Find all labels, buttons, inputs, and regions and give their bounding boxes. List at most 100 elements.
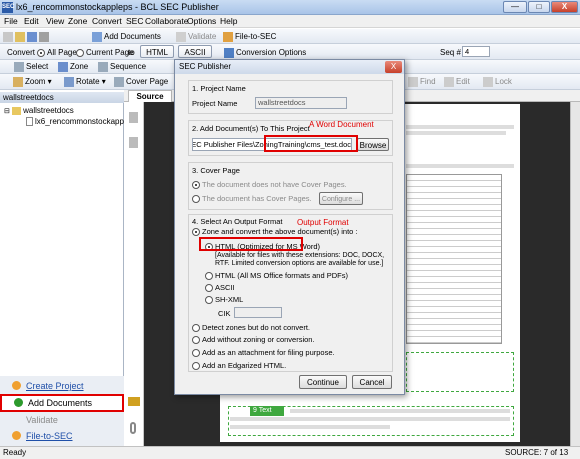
close-window-button[interactable]: X: [551, 1, 578, 13]
radio-dot: [192, 324, 200, 333]
menu-edit[interactable]: Edit: [24, 16, 39, 26]
find-button[interactable]: Find: [408, 75, 436, 88]
menu-convert[interactable]: Convert: [92, 16, 122, 26]
zone-tool[interactable]: Zone: [58, 60, 88, 73]
lock-label: Lock: [495, 77, 512, 86]
open-folder-icon[interactable]: [15, 31, 25, 42]
html-button[interactable]: HTML: [140, 45, 174, 58]
project-name-field[interactable]: wallstreetdocs: [255, 97, 347, 109]
format-html-all[interactable]: HTML (All MS Office formats and PDFs): [205, 271, 348, 281]
radio-dot: [37, 48, 45, 57]
lock-button[interactable]: Lock: [483, 75, 512, 88]
create-project-action[interactable]: Create Project: [0, 378, 124, 394]
menu-sec[interactable]: SEC: [126, 16, 143, 26]
zone-label: Zone: [70, 62, 89, 71]
cover-option-none-label: The document does not have Cover Pages.: [202, 180, 347, 189]
file-to-sec-icon: [223, 31, 233, 42]
find-label: Find: [420, 77, 436, 86]
seq-input[interactable]: 4: [462, 46, 490, 57]
zone-convert-option[interactable]: Zone and convert the above document(s) i…: [192, 227, 358, 237]
cover-option-none[interactable]: The document does not have Cover Pages.: [192, 180, 347, 190]
attachment-icon[interactable]: [130, 422, 136, 434]
continue-button[interactable]: Continue: [299, 375, 347, 389]
menu-bar: File Edit View Zone Convert SEC Collabor…: [0, 15, 580, 28]
validate-toolbar-button[interactable]: Validate: [176, 30, 216, 43]
menu-options[interactable]: Options: [187, 16, 216, 26]
edit-label: Edit: [456, 77, 470, 86]
edit-button[interactable]: Edit: [444, 75, 470, 88]
menu-view[interactable]: View: [46, 16, 64, 26]
browse-button[interactable]: Browse: [357, 138, 389, 151]
pages-icon[interactable]: [129, 112, 138, 123]
validate-action[interactable]: Validate: [0, 412, 124, 428]
cover-page-button[interactable]: Cover Page: [114, 75, 168, 88]
comment-icon[interactable]: [128, 397, 140, 406]
menu-help[interactable]: Help: [220, 16, 237, 26]
option-add-without[interactable]: Add without zoning or conversion.: [192, 335, 315, 345]
tab-source[interactable]: Source: [128, 90, 172, 102]
menu-zone[interactable]: Zone: [68, 16, 87, 26]
project-panel-header: wallstreetdocs: [0, 92, 124, 103]
sequence-label: Sequence: [110, 62, 147, 71]
new-icon[interactable]: [3, 31, 13, 42]
rotate-button[interactable]: Rotate ▾: [64, 75, 106, 88]
zoom-label: Zoom: [25, 77, 46, 86]
vertical-scrollbar[interactable]: [570, 102, 580, 446]
minimize-button[interactable]: —: [503, 1, 527, 13]
print-icon[interactable]: [39, 31, 49, 42]
select-tool[interactable]: Select: [14, 60, 48, 73]
conversion-options-button[interactable]: Conversion Options: [224, 46, 306, 59]
seq-label: Seq #: [440, 48, 461, 57]
sequence-tool[interactable]: Sequence: [98, 60, 146, 73]
menu-collaborate[interactable]: Collaborate: [145, 16, 188, 26]
file-to-sec-action-icon: [12, 431, 21, 440]
option-attachment[interactable]: Add as an attachment for filing purpose.: [192, 348, 335, 358]
zone-region: [406, 352, 514, 392]
file-to-sec-action-label: File-to-SEC: [26, 431, 73, 441]
radio-dot: [192, 181, 200, 190]
ascii-button[interactable]: ASCII: [178, 45, 212, 58]
add-documents-action[interactable]: Add Documents: [0, 394, 124, 412]
maximize-button[interactable]: □: [528, 1, 550, 13]
option-edgarized-label: Add an Edgarized HTML.: [202, 361, 287, 370]
file-to-sec-action[interactable]: File-to-SEC: [0, 428, 124, 444]
cancel-button[interactable]: Cancel: [352, 375, 392, 389]
format-ascii[interactable]: ASCII: [205, 283, 235, 293]
menu-file[interactable]: File: [4, 16, 18, 26]
page-text-line: [290, 409, 510, 413]
sequence-icon: [98, 61, 108, 72]
add-documents-toolbar-button[interactable]: Add Documents: [92, 30, 161, 43]
document-icon: [26, 117, 33, 127]
format-shxml[interactable]: SH-XML: [205, 295, 244, 305]
zoom-button[interactable]: Zoom ▾: [13, 75, 52, 88]
dialog-close-button[interactable]: X: [385, 61, 402, 73]
cik-field[interactable]: [234, 307, 282, 318]
collapse-icon[interactable]: ⊟: [4, 108, 10, 115]
page-text-line: [406, 164, 514, 168]
current-page-label: Current Page: [86, 48, 134, 57]
section3-title: 3. Cover Page: [192, 166, 240, 175]
title-bar: SEC lx6_rencommonstockappleps - BCL SEC …: [0, 0, 580, 15]
tree-root[interactable]: ⊟ wallstreetdocs: [4, 106, 74, 115]
rotate-label: Rotate: [76, 77, 100, 86]
project-name-label: Project Name: [192, 99, 238, 108]
cover-page-group: 3. Cover Page The document does not have…: [188, 162, 393, 210]
radio-dot: [205, 284, 213, 293]
current-page-radio[interactable]: Current Page: [76, 46, 134, 59]
find-icon: [408, 76, 418, 87]
create-project-label: Create Project: [26, 381, 84, 391]
configure-button[interactable]: Configure ...: [319, 192, 363, 205]
option-edgarized[interactable]: Add an Edgarized HTML.: [192, 361, 287, 371]
save-icon[interactable]: [27, 31, 37, 42]
page-text-line: [230, 417, 510, 421]
cover-option-has[interactable]: The document has Cover Pages.: [192, 194, 312, 204]
format-shxml-label: SH-XML: [215, 295, 244, 304]
lock-icon: [483, 76, 493, 87]
bookmarks-icon[interactable]: [129, 137, 138, 148]
word-document-highlight: [264, 135, 358, 152]
file-to-sec-toolbar-button[interactable]: File-to-SEC: [223, 30, 276, 43]
radio-dot: [76, 48, 84, 57]
all-pages-radio[interactable]: All Pages: [37, 46, 81, 59]
option-detect-zones[interactable]: Detect zones but do not convert.: [192, 323, 310, 333]
tree-item-document[interactable]: lx6_rencommonstockapple: [26, 117, 130, 127]
